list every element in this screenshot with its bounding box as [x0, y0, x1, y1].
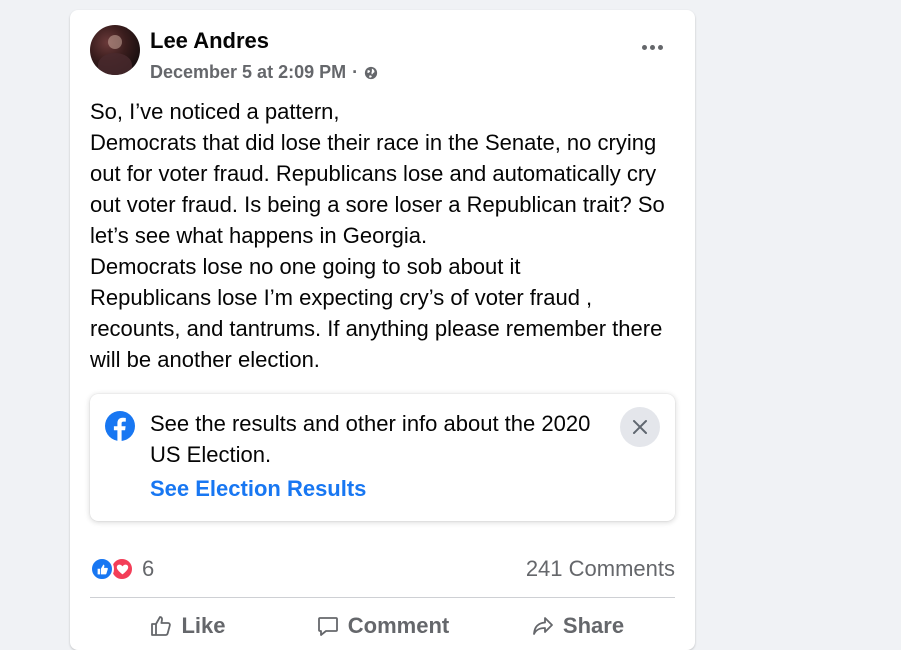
see-election-results-link[interactable]: See Election Results	[150, 476, 366, 502]
like-reaction-icon	[90, 557, 114, 581]
post-meta: December 5 at 2:09 PM ·	[150, 62, 378, 83]
avatar[interactable]	[90, 25, 140, 75]
meta-separator: ·	[352, 62, 359, 82]
like-button[interactable]: Like	[90, 606, 285, 646]
reaction-count: 6	[142, 556, 155, 581]
author-name[interactable]: Lee Andres	[150, 28, 269, 54]
close-card-button[interactable]	[620, 407, 660, 447]
more-options-icon[interactable]	[636, 34, 668, 60]
comment-icon	[317, 617, 338, 636]
feed-post: Lee Andres December 5 at 2:09 PM · So, I…	[70, 10, 695, 650]
election-info-card: See the results and other info about the…	[90, 394, 675, 521]
comment-button[interactable]: Comment	[285, 606, 480, 646]
post-body: So, I’ve noticed a pattern, Democrats th…	[90, 99, 665, 372]
facebook-logo-icon	[105, 411, 135, 441]
share-label: Share	[562, 613, 625, 638]
comment-label: Comment	[347, 613, 450, 638]
divider	[90, 597, 675, 598]
share-icon	[533, 617, 553, 635]
election-card-text: See the results and other info about the…	[150, 411, 591, 467]
reactions-summary[interactable]: 6	[90, 556, 154, 582]
post-timestamp[interactable]: December 5 at 2:09 PM	[150, 62, 346, 83]
close-icon	[633, 420, 647, 434]
share-button[interactable]: Share	[480, 606, 675, 646]
like-icon	[151, 616, 172, 636]
globe-icon[interactable]	[364, 66, 378, 80]
like-label: Like	[181, 613, 226, 638]
comments-count[interactable]: 241 Comments	[526, 556, 675, 582]
post-actions: Like Comment Share	[90, 606, 675, 646]
